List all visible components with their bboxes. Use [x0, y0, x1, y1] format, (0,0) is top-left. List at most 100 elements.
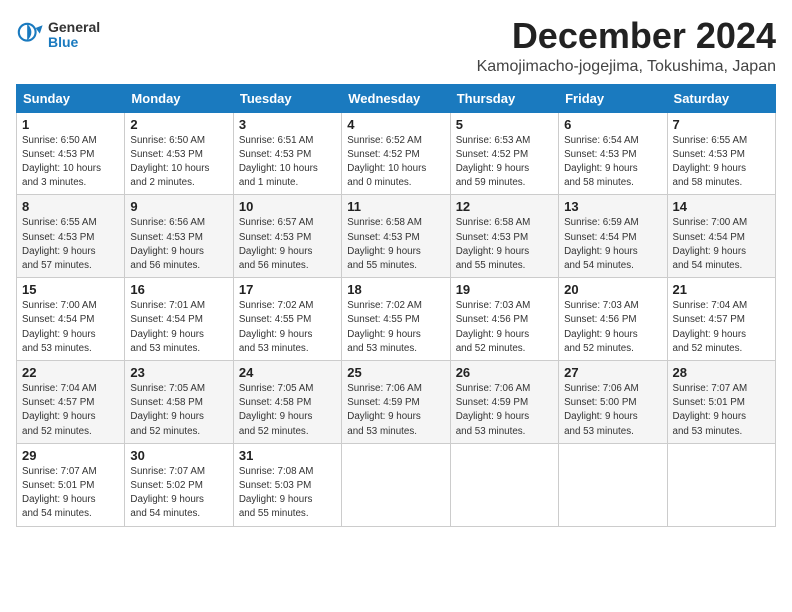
calendar-cell: 25 Sunrise: 7:06 AMSunset: 4:59 PMDayligh…: [342, 361, 450, 444]
day-number: 4: [347, 117, 444, 132]
day-info: Sunrise: 7:03 AMSunset: 4:56 PMDaylight:…: [564, 299, 661, 356]
calendar-week-4: 22Sunrise: 7:04 AMSunset: 4:57 PMDayligh…: [17, 361, 776, 444]
calendar-cell: 12 Sunrise: 6:58 AMSunset: 4:53 PMDayligh…: [450, 195, 558, 278]
weekday-header-row: SundayMondayTuesdayWednesdayThursdayFrid…: [17, 84, 776, 112]
calendar-cell: [559, 443, 667, 526]
logo-blue: Blue: [48, 35, 100, 50]
calendar-cell: [342, 443, 450, 526]
calendar-cell: [667, 443, 775, 526]
calendar-cell: 31 Sunrise: 7:08 AMSunset: 5:03 PMDayligh…: [233, 443, 341, 526]
calendar-cell: 9Sunrise: 6:56 AMSunset: 4:53 PMDaylight…: [125, 195, 233, 278]
day-number: 1: [22, 117, 119, 132]
calendar-cell: 24 Sunrise: 7:05 AMSunset: 4:58 PMDayligh…: [233, 361, 341, 444]
day-info: Sunrise: 7:06 AMSunset: 5:00 PMDaylight:…: [564, 382, 661, 439]
day-number: 7: [673, 117, 770, 132]
calendar-cell: 4 Sunrise: 6:52 AMSunset: 4:52 PMDaylight…: [342, 112, 450, 195]
day-info: Sunrise: 7:06 AMSunset: 4:59 PMDaylight:…: [456, 382, 553, 439]
day-number: 28: [673, 365, 770, 380]
day-info: Sunrise: 7:05 AMSunset: 4:58 PMDaylight:…: [239, 382, 336, 439]
calendar-table: SundayMondayTuesdayWednesdayThursdayFrid…: [16, 84, 776, 527]
day-number: 17: [239, 282, 336, 297]
calendar-cell: 20 Sunrise: 7:03 AMSunset: 4:56 PMDayligh…: [559, 278, 667, 361]
day-info: Sunrise: 7:02 AMSunset: 4:55 PMDaylight:…: [239, 299, 336, 356]
weekday-header-friday: Friday: [559, 84, 667, 112]
calendar-cell: 3 Sunrise: 6:51 AMSunset: 4:53 PMDaylight…: [233, 112, 341, 195]
day-number: 27: [564, 365, 661, 380]
day-info: Sunrise: 6:50 AMSunset: 4:53 PMDaylight:…: [130, 134, 227, 191]
weekday-header-saturday: Saturday: [667, 84, 775, 112]
day-number: 24: [239, 365, 336, 380]
title-section: December 2024 Kamojimacho-jogejima, Toku…: [477, 16, 776, 76]
day-number: 13: [564, 199, 661, 214]
calendar-cell: 5 Sunrise: 6:53 AMSunset: 4:52 PMDaylight…: [450, 112, 558, 195]
day-info: Sunrise: 6:50 AMSunset: 4:53 PMDaylight:…: [22, 134, 119, 191]
calendar-cell: 21Sunrise: 7:04 AMSunset: 4:57 PMDayligh…: [667, 278, 775, 361]
day-number: 6: [564, 117, 661, 132]
calendar-week-2: 8 Sunrise: 6:55 AMSunset: 4:53 PMDaylight…: [17, 195, 776, 278]
logo: General Blue: [16, 20, 100, 51]
day-number: 23: [130, 365, 227, 380]
day-number: 2: [130, 117, 227, 132]
calendar-cell: 29Sunrise: 7:07 AMSunset: 5:01 PMDayligh…: [17, 443, 125, 526]
calendar-cell: 28Sunrise: 7:07 AMSunset: 5:01 PMDayligh…: [667, 361, 775, 444]
day-info: Sunrise: 6:59 AMSunset: 4:54 PMDaylight:…: [564, 216, 661, 273]
day-number: 18: [347, 282, 444, 297]
calendar-week-5: 29Sunrise: 7:07 AMSunset: 5:01 PMDayligh…: [17, 443, 776, 526]
day-info: Sunrise: 6:54 AMSunset: 4:53 PMDaylight:…: [564, 134, 661, 191]
calendar-cell: 8 Sunrise: 6:55 AMSunset: 4:53 PMDaylight…: [17, 195, 125, 278]
calendar-cell: 26 Sunrise: 7:06 AMSunset: 4:59 PMDayligh…: [450, 361, 558, 444]
page-header: General Blue December 2024 Kamojimacho-j…: [16, 16, 776, 76]
calendar-cell: 16 Sunrise: 7:01 AMSunset: 4:54 PMDayligh…: [125, 278, 233, 361]
day-number: 19: [456, 282, 553, 297]
day-number: 15: [22, 282, 119, 297]
day-info: Sunrise: 6:58 AMSunset: 4:53 PMDaylight:…: [456, 216, 553, 273]
day-number: 29: [22, 448, 119, 463]
day-number: 25: [347, 365, 444, 380]
day-number: 26: [456, 365, 553, 380]
day-info: Sunrise: 6:57 AMSunset: 4:53 PMDaylight:…: [239, 216, 336, 273]
day-number: 31: [239, 448, 336, 463]
calendar-cell: 19 Sunrise: 7:03 AMSunset: 4:56 PMDayligh…: [450, 278, 558, 361]
calendar-cell: 7 Sunrise: 6:55 AMSunset: 4:53 PMDaylight…: [667, 112, 775, 195]
day-number: 14: [673, 199, 770, 214]
calendar-cell: 11 Sunrise: 6:58 AMSunset: 4:53 PMDayligh…: [342, 195, 450, 278]
day-number: 16: [130, 282, 227, 297]
calendar-cell: 2 Sunrise: 6:50 AMSunset: 4:53 PMDaylight…: [125, 112, 233, 195]
day-number: 11: [347, 199, 444, 214]
day-info: Sunrise: 6:58 AMSunset: 4:53 PMDaylight:…: [347, 216, 444, 273]
day-info: Sunrise: 7:01 AMSunset: 4:54 PMDaylight:…: [130, 299, 227, 356]
logo-icon: [16, 21, 44, 49]
calendar-cell: 27 Sunrise: 7:06 AMSunset: 5:00 PMDayligh…: [559, 361, 667, 444]
calendar-cell: 15 Sunrise: 7:00 AMSunset: 4:54 PMDayligh…: [17, 278, 125, 361]
calendar-body: 1 Sunrise: 6:50 AMSunset: 4:53 PMDaylight…: [17, 112, 776, 526]
logo-general: General: [48, 20, 100, 35]
day-info: Sunrise: 7:08 AMSunset: 5:03 PMDaylight:…: [239, 465, 336, 522]
weekday-header-thursday: Thursday: [450, 84, 558, 112]
day-info: Sunrise: 7:06 AMSunset: 4:59 PMDaylight:…: [347, 382, 444, 439]
day-number: 20: [564, 282, 661, 297]
day-number: 5: [456, 117, 553, 132]
calendar-cell: 1 Sunrise: 6:50 AMSunset: 4:53 PMDaylight…: [17, 112, 125, 195]
day-number: 8: [22, 199, 119, 214]
day-info: Sunrise: 6:53 AMSunset: 4:52 PMDaylight:…: [456, 134, 553, 191]
weekday-header-sunday: Sunday: [17, 84, 125, 112]
weekday-header-wednesday: Wednesday: [342, 84, 450, 112]
day-number: 3: [239, 117, 336, 132]
day-info: Sunrise: 7:03 AMSunset: 4:56 PMDaylight:…: [456, 299, 553, 356]
day-info: Sunrise: 7:04 AMSunset: 4:57 PMDaylight:…: [22, 382, 119, 439]
day-info: Sunrise: 6:52 AMSunset: 4:52 PMDaylight:…: [347, 134, 444, 191]
location-title: Kamojimacho-jogejima, Tokushima, Japan: [477, 58, 776, 76]
day-info: Sunrise: 7:00 AMSunset: 4:54 PMDaylight:…: [673, 216, 770, 273]
day-info: Sunrise: 6:55 AMSunset: 4:53 PMDaylight:…: [22, 216, 119, 273]
month-title: December 2024: [477, 16, 776, 56]
day-info: Sunrise: 6:51 AMSunset: 4:53 PMDaylight:…: [239, 134, 336, 191]
day-info: Sunrise: 7:00 AMSunset: 4:54 PMDaylight:…: [22, 299, 119, 356]
day-number: 12: [456, 199, 553, 214]
calendar-week-1: 1 Sunrise: 6:50 AMSunset: 4:53 PMDaylight…: [17, 112, 776, 195]
day-info: Sunrise: 6:55 AMSunset: 4:53 PMDaylight:…: [673, 134, 770, 191]
calendar-cell: [450, 443, 558, 526]
day-info: Sunrise: 7:07 AMSunset: 5:02 PMDaylight:…: [130, 465, 227, 522]
calendar-cell: 17 Sunrise: 7:02 AMSunset: 4:55 PMDayligh…: [233, 278, 341, 361]
logo-text: General Blue: [48, 20, 100, 51]
calendar-cell: 30Sunrise: 7:07 AMSunset: 5:02 PMDayligh…: [125, 443, 233, 526]
